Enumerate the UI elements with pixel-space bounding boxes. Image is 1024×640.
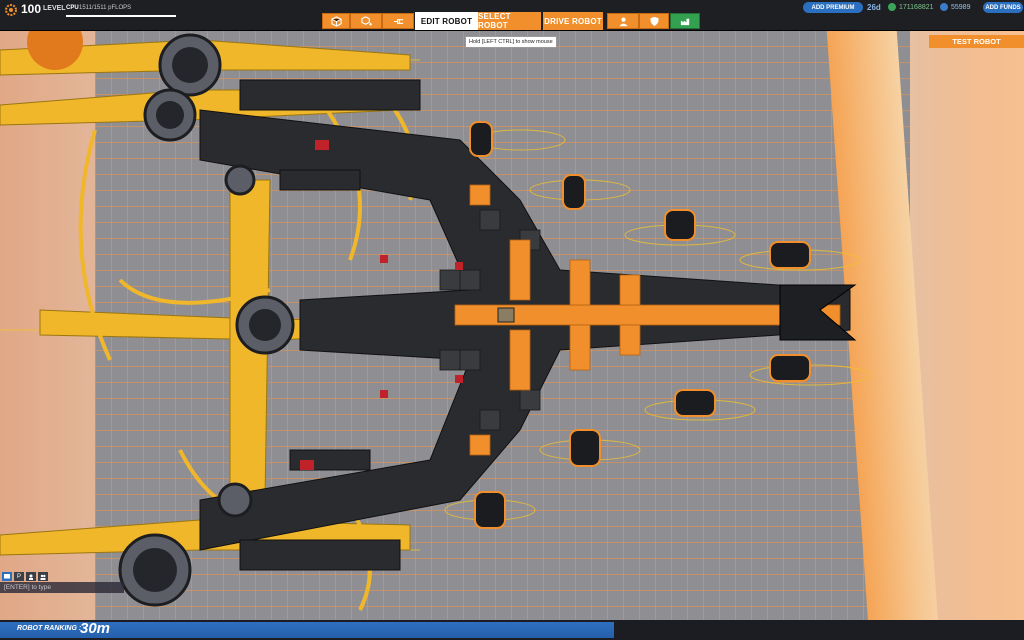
- connector-button[interactable]: [382, 13, 414, 29]
- add-premium-button[interactable]: ADD PREMIUM: [803, 2, 863, 13]
- add-cube-button[interactable]: [350, 13, 382, 29]
- drive-robot-tab[interactable]: DRIVE ROBOT: [543, 12, 603, 30]
- cube-icon: [330, 15, 342, 27]
- factory-icon: [680, 18, 689, 25]
- cosmetic-credits-icon: [940, 3, 948, 11]
- connector-icon: [393, 18, 403, 24]
- game-viewport[interactable]: [0, 0, 1024, 640]
- factory-button[interactable]: [670, 13, 700, 29]
- cube-add-icon: [360, 15, 372, 26]
- clan-icon: [29, 574, 33, 580]
- robits-icon: [888, 3, 896, 11]
- robot-ranking-bar: [0, 620, 1024, 640]
- level-label: LEVEL: [43, 5, 66, 12]
- cpu-bar: [66, 15, 176, 17]
- test-robot-button[interactable]: TEST ROBOT: [929, 35, 1024, 48]
- robot-ranking-label: ROBOT RANKING :: [17, 625, 82, 632]
- chat-input[interactable]: [ENTER] to type: [0, 582, 124, 593]
- chat-tab-friends[interactable]: [38, 572, 48, 581]
- chat-tab-clan[interactable]: [26, 572, 36, 581]
- chat-bubble-icon: [4, 573, 10, 578]
- chat-tabs: P: [2, 572, 48, 581]
- add-funds-button[interactable]: ADD FUNDS: [983, 2, 1023, 13]
- cube-button[interactable]: [322, 13, 350, 29]
- mouse-hint-tooltip: Hold [LEFT CTRL] to show mouse: [465, 36, 557, 48]
- edit-robot-tab[interactable]: EDIT ROBOT: [415, 12, 478, 30]
- player-level: 100: [21, 2, 42, 16]
- level-gear-icon: [5, 4, 17, 16]
- cpu-bar-fill: [66, 15, 176, 17]
- robot-model[interactable]: [0, 30, 900, 630]
- select-robot-tab[interactable]: SELECT ROBOT: [478, 12, 541, 30]
- player-button[interactable]: [607, 13, 639, 29]
- cpu-label: CPU: [66, 5, 79, 11]
- robits-balance: 171168821: [899, 4, 934, 11]
- chat-tab-all[interactable]: [2, 572, 12, 581]
- shield-button[interactable]: [639, 13, 669, 29]
- top-bar: 100 LEVEL CPU 1511/1511 pFLOPS EDIT ROBO…: [0, 0, 1024, 31]
- premium-days: 26d: [867, 3, 881, 12]
- cosmetic-credits-balance: 55989: [951, 4, 971, 11]
- chat-tab-party[interactable]: P: [14, 572, 24, 581]
- background-glow: [914, 30, 1024, 640]
- robot-ranking-value: 30m: [80, 620, 111, 637]
- friends-icon: [40, 574, 46, 580]
- shield-icon: [649, 16, 659, 26]
- cpu-value: 1511/1511 pFLOPS: [79, 5, 132, 11]
- player-icon: [618, 17, 628, 26]
